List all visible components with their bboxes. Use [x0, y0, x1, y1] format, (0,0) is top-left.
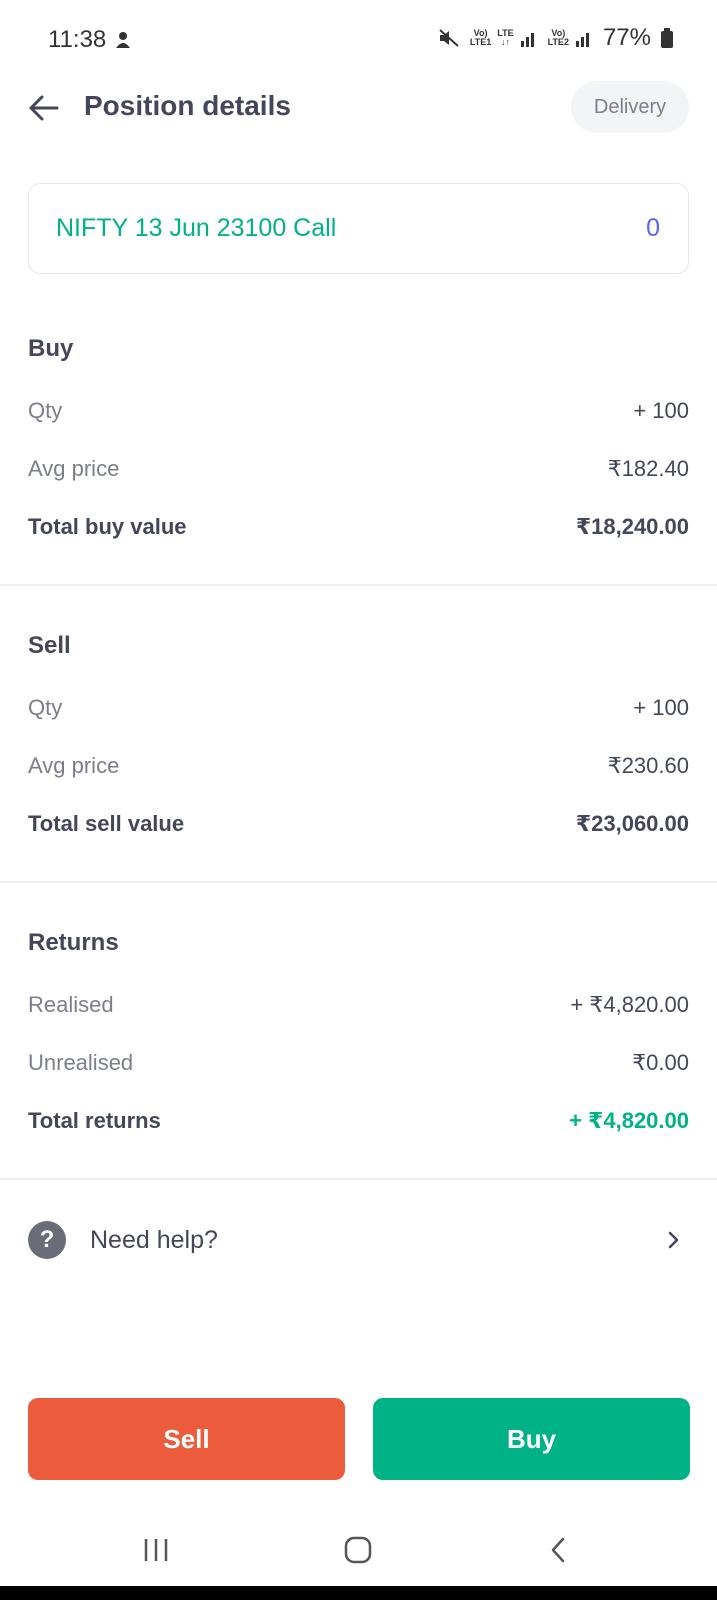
home-button[interactable]	[328, 1528, 388, 1572]
recent-apps-button[interactable]	[126, 1528, 186, 1572]
buy-section-title: Buy	[28, 335, 74, 362]
row-label: Realised	[28, 992, 114, 1017]
total-buy-value-row: Total buy value ₹18,240.00	[28, 514, 689, 540]
row-label: Qty	[28, 695, 63, 720]
row-value: ₹23,060.00	[575, 811, 689, 836]
divider	[0, 1178, 717, 1180]
status-icons: Vo) LTE1 LTE ↓↑ Vo) LTE2 77%	[438, 24, 673, 52]
divider	[0, 584, 717, 586]
data-label-bottom: ↓↑	[500, 37, 510, 47]
row-value: + 100	[633, 398, 689, 423]
sim1-network: Vo) LTE1 LTE ↓↑	[470, 29, 538, 47]
row-label: Avg price	[28, 456, 120, 481]
clock-text: 11:38	[48, 26, 107, 53]
sim2-network: Vo) LTE2	[548, 29, 593, 47]
back-button[interactable]	[24, 88, 64, 128]
delivery-badge: Delivery	[571, 81, 689, 133]
total-sell-value-row: Total sell value ₹23,060.00	[28, 811, 689, 837]
row-label: Total buy value	[28, 514, 187, 539]
sim1-label-bottom: LTE1	[469, 37, 492, 47]
status-time: 11:38	[48, 26, 132, 54]
status-bar: 11:38 Vo) LTE1 LTE ↓↑ Vo) LTE2 77%	[0, 0, 717, 80]
header: Position details Delivery	[0, 78, 717, 138]
screen-bottom-edge	[0, 1586, 717, 1600]
mute-icon	[439, 29, 459, 47]
unrealised-row: Unrealised ₹0.00	[28, 1050, 689, 1076]
instrument-name: NIFTY 13 Jun 23100 Call	[56, 214, 337, 242]
notification-icon	[116, 32, 131, 48]
divider	[0, 881, 717, 883]
total-returns-value: + ₹4,820.00	[569, 1108, 689, 1133]
need-help-row[interactable]: ? Need help?	[28, 1215, 689, 1265]
battery-percentage: 77%	[602, 24, 651, 51]
row-label: Total returns	[28, 1108, 161, 1133]
page-title: Position details	[84, 90, 291, 121]
sim2-label-bottom: LTE2	[547, 37, 569, 47]
sell-button[interactable]: Sell	[28, 1398, 345, 1480]
recent-apps-icon	[144, 1539, 168, 1561]
chevron-right-icon	[659, 1225, 689, 1255]
row-value: ₹230.60	[607, 753, 689, 778]
signal-icon	[575, 33, 589, 47]
back-nav-button[interactable]	[528, 1528, 588, 1572]
returns-section-title: Returns	[28, 929, 119, 956]
row-value: ₹0.00	[632, 1050, 689, 1075]
signal-icon	[520, 33, 534, 47]
back-nav-icon	[551, 1537, 565, 1563]
total-returns-row: Total returns + ₹4,820.00	[28, 1108, 689, 1134]
row-label: Total sell value	[28, 811, 185, 836]
sell-section-title: Sell	[28, 632, 71, 659]
row-value: + ₹4,820.00	[570, 992, 689, 1017]
buy-qty-row: Qty + 100	[28, 398, 689, 424]
row-label: Avg price	[28, 753, 120, 778]
row-label: Qty	[28, 398, 63, 423]
row-value: ₹182.40	[607, 456, 689, 481]
row-label: Unrealised	[28, 1050, 134, 1075]
row-value: ₹18,240.00	[575, 514, 689, 539]
sell-avg-price-row: Avg price ₹230.60	[28, 753, 689, 779]
buy-button[interactable]: Buy	[373, 1398, 690, 1480]
row-value: + 100	[633, 695, 689, 720]
battery-icon	[661, 28, 673, 48]
home-icon	[344, 1536, 372, 1564]
instrument-card[interactable]: NIFTY 13 Jun 23100 Call 0	[28, 183, 689, 274]
sell-qty-row: Qty + 100	[28, 695, 689, 721]
help-icon: ?	[28, 1221, 66, 1259]
instrument-quantity: 0	[646, 214, 660, 242]
realised-row: Realised + ₹4,820.00	[28, 992, 689, 1018]
system-nav-bar	[0, 1520, 717, 1580]
back-arrow-icon	[29, 95, 59, 121]
buy-avg-price-row: Avg price ₹182.40	[28, 456, 689, 482]
need-help-label: Need help?	[90, 1225, 218, 1254]
